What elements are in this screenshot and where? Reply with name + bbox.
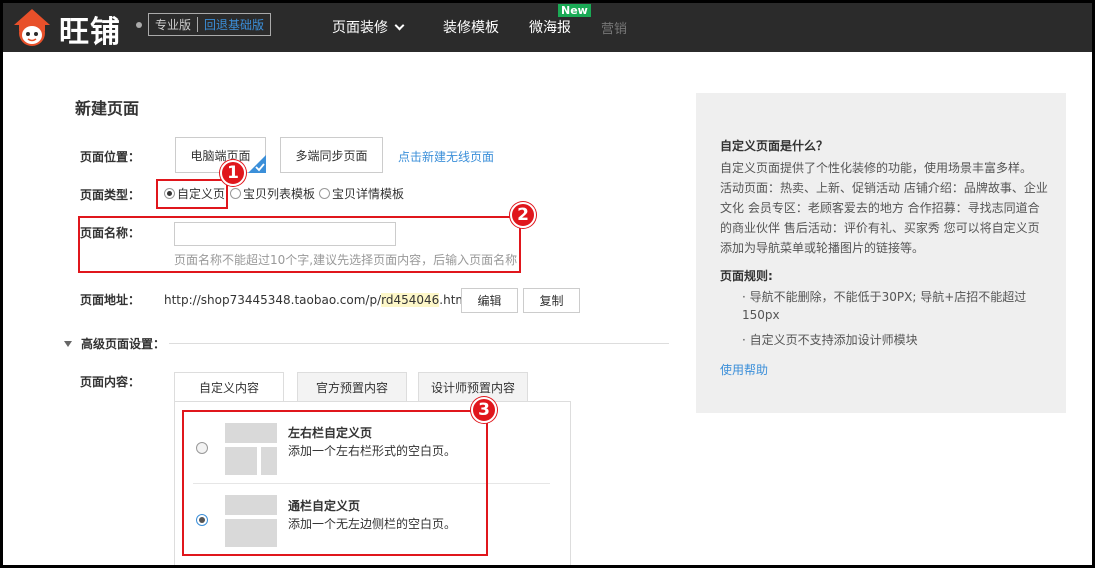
content-label: 页面内容： <box>80 375 141 389</box>
advanced-settings-label[interactable]: 高级页面设置： <box>81 335 165 352</box>
highlight-box-2 <box>78 216 521 273</box>
help-link[interactable]: 使用帮助 <box>720 361 768 378</box>
type-label: 页面类型： <box>80 188 141 202</box>
edition-pro-label: 专业版 <box>155 18 192 32</box>
copy-button[interactable]: 复制 <box>523 288 580 313</box>
nav-page-decorate-label: 页面装修 <box>332 20 388 36</box>
new-wireless-link[interactable]: 点击新建无线页面 <box>398 148 494 165</box>
new-badge: New <box>558 4 591 17</box>
help-rule-2: · 自定义页不支持添加设计师模块 <box>742 333 918 347</box>
marker-3: 3 <box>471 397 497 423</box>
help-panel: 自定义页面是什么？ 自定义页面提供了个性化装修的功能，使用场景丰富多样。 活动页… <box>696 93 1066 413</box>
nav-page-decorate[interactable]: 页面装修 <box>332 17 405 37</box>
url-label: 页面地址： <box>80 293 141 307</box>
tab-official-content[interactable]: 官方预置内容 <box>297 372 407 402</box>
page-title: 新建页面 <box>75 99 140 118</box>
highlight-box-1 <box>156 179 228 209</box>
collapse-triangle-icon[interactable] <box>64 341 72 347</box>
nav-templates[interactable]: 装修模板 <box>443 17 499 37</box>
logo-text: 旺铺 <box>59 15 121 50</box>
marker-1: 1 <box>220 160 246 186</box>
shop-house-icon[interactable] <box>10 7 54 49</box>
highlight-box-3 <box>182 410 488 556</box>
nav-marketing[interactable]: 营销 <box>601 18 627 37</box>
tab-custom-content[interactable]: 自定义内容 <box>174 372 284 402</box>
multi-sync-button[interactable]: 多端同步页面 <box>280 137 383 173</box>
edit-button[interactable]: 编辑 <box>461 288 518 313</box>
type-detail-label: 宝贝详情模板 <box>332 187 405 201</box>
position-label: 页面位置： <box>80 150 141 164</box>
chevron-down-icon <box>394 20 405 31</box>
help-rule-1: · 导航不能删除，不能低于30PX; 导航+店招不能超过150px <box>742 290 1027 322</box>
type-list-option[interactable]: 宝贝列表模板 <box>230 185 315 202</box>
page-url: http://shop73445348.taobao.com/p/rd45404… <box>164 293 467 307</box>
top-bar: 旺铺 专业版 回退基础版 页面装修 装修模板 微海报 New 营销 <box>3 3 1092 52</box>
revert-basic-link[interactable]: 回退基础版 <box>198 16 270 33</box>
check-corner-icon <box>248 155 266 173</box>
page-frame: 旺铺 专业版 回退基础版 页面装修 装修模板 微海报 New 营销 新建页面 页… <box>3 3 1092 565</box>
logo-dot <box>136 22 142 28</box>
help-question-title: 自定义页面是什么？ <box>720 139 829 153</box>
type-list-label: 宝贝列表模板 <box>243 187 316 201</box>
help-rules-title: 页面规则: <box>720 269 773 283</box>
radio-icon[interactable] <box>319 188 330 199</box>
help-intro: 自定义页面提供了个性化装修的功能，使用场景丰富多样。 <box>720 161 1033 175</box>
url-prefix: http://shop73445348.taobao.com/p/ <box>164 293 382 307</box>
type-detail-option[interactable]: 宝贝详情模板 <box>319 185 404 202</box>
help-scenes: 活动页面：热卖、上新、促销活动 店铺介绍：品牌故事、企业文化 会员专区：老顾客爱… <box>720 181 1048 255</box>
radio-icon[interactable] <box>230 188 241 199</box>
tab-designer-content[interactable]: 设计师预置内容 <box>418 372 528 402</box>
marker-2: 2 <box>510 202 536 228</box>
url-id: rd454046 <box>381 293 440 307</box>
pc-page-label: 电脑端页面 <box>190 148 251 163</box>
nav-micro-poster[interactable]: 微海报 <box>529 17 571 37</box>
divider <box>169 343 669 344</box>
edition-switch: 专业版 回退基础版 <box>148 13 272 36</box>
